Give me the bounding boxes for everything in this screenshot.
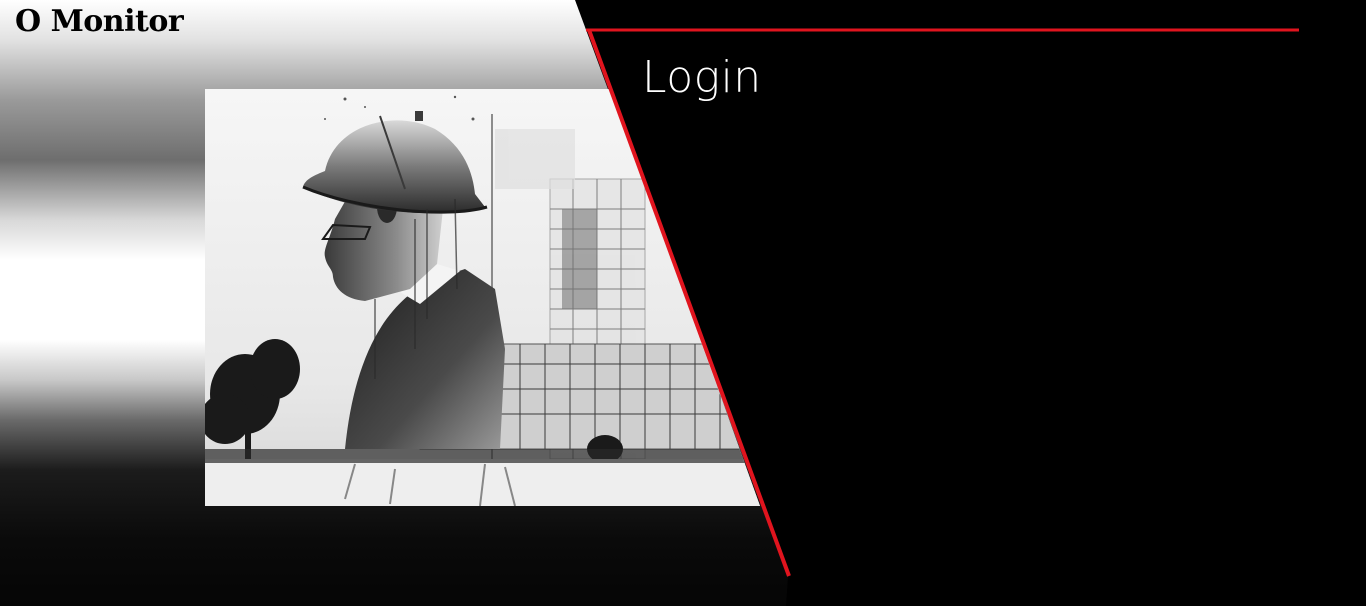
login-page: O Monitor Login [0, 0, 1366, 606]
login-heading: Login [642, 52, 762, 103]
engineer-hardhat-illustration [205, 89, 760, 506]
hero-image [205, 89, 760, 506]
brand-title: O Monitor [15, 4, 184, 39]
